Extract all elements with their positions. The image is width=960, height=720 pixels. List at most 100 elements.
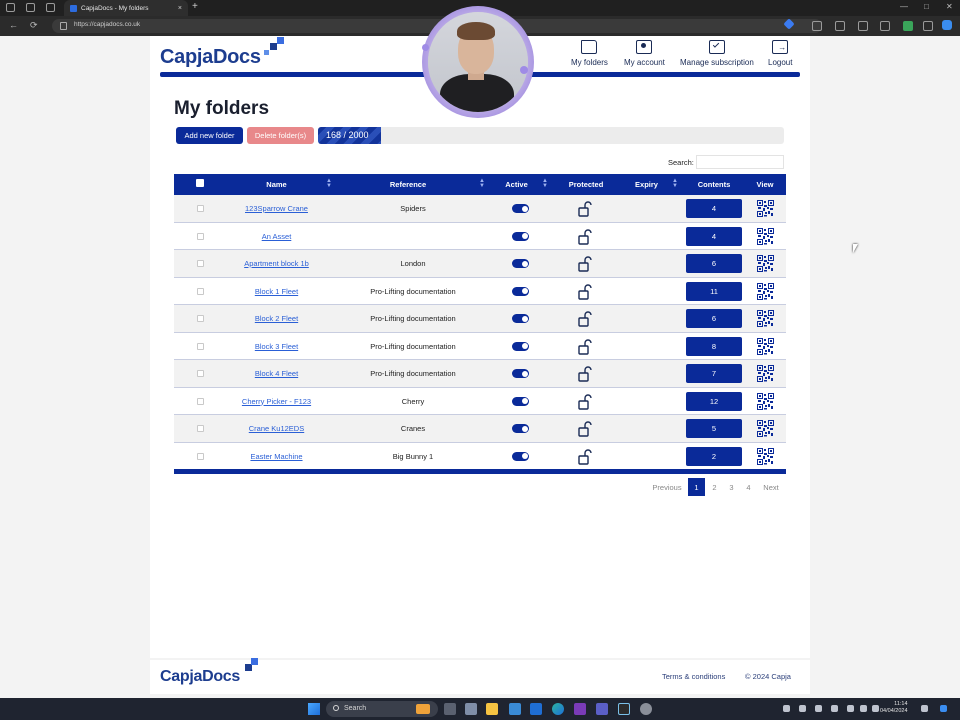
column-header-name[interactable]: Name — [214, 174, 339, 195]
more-options-icon[interactable] — [923, 21, 933, 31]
battery-icon[interactable] — [872, 705, 879, 712]
pagination-page-1[interactable]: 1 — [688, 478, 705, 496]
windows-start-icon[interactable] — [308, 703, 320, 715]
pagination-previous[interactable]: Previous — [648, 478, 686, 496]
extension-green-icon[interactable] — [903, 21, 913, 31]
teams-icon[interactable] — [596, 703, 608, 715]
extension-icon[interactable] — [812, 21, 822, 31]
url-text[interactable]: https://capjadocs.co.uk — [74, 21, 140, 28]
contents-count-button[interactable]: 4 — [686, 199, 742, 218]
contents-count-button[interactable]: 7 — [686, 364, 742, 383]
qr-code-icon[interactable] — [757, 337, 774, 355]
row-checkbox[interactable] — [197, 260, 204, 267]
app-icon[interactable] — [509, 703, 521, 715]
browser-tab[interactable]: CapjaDocs - My folders × — [64, 0, 188, 16]
unlocked-padlock-icon[interactable] — [578, 256, 592, 272]
sort-expiry-icon[interactable]: ▲ ▼ — [672, 178, 678, 189]
qr-code-icon[interactable] — [757, 310, 774, 327]
close-window-button[interactable]: ✕ — [946, 2, 953, 11]
outlook-icon[interactable] — [530, 703, 542, 715]
column-header-expiry[interactable]: Expiry — [624, 174, 669, 195]
split-screen-icon[interactable] — [835, 21, 845, 31]
folder-name-link[interactable]: Cherry Picker - F123 — [214, 397, 339, 406]
unlocked-padlock-icon[interactable] — [578, 201, 592, 217]
sort-active-icon[interactable]: ▲ ▼ — [542, 178, 548, 189]
tab-close-icon[interactable]: × — [178, 5, 182, 12]
pagination-page-4[interactable]: 4 — [740, 478, 757, 496]
qr-code-icon[interactable] — [757, 200, 774, 217]
active-toggle[interactable] — [512, 424, 529, 433]
column-header-protected[interactable]: Protected — [554, 174, 618, 195]
qr-code-icon[interactable] — [757, 227, 774, 245]
contents-count-button[interactable]: 6 — [686, 309, 742, 328]
row-checkbox[interactable] — [197, 287, 204, 295]
contents-count-button[interactable]: 8 — [686, 336, 742, 356]
folder-name-link[interactable]: Block 4 Fleet — [214, 369, 339, 378]
row-checkbox[interactable] — [197, 342, 204, 350]
row-checkbox[interactable] — [197, 315, 204, 322]
column-header-reference[interactable]: Reference — [344, 174, 472, 195]
unlocked-padlock-icon[interactable] — [578, 228, 592, 245]
folder-name-link[interactable]: Block 2 Fleet — [214, 314, 339, 323]
unlocked-padlock-icon[interactable] — [578, 421, 592, 437]
active-toggle[interactable] — [512, 314, 529, 323]
task-view-icon[interactable] — [444, 703, 456, 715]
workspaces-icon[interactable] — [26, 3, 35, 12]
taskbar-search[interactable]: Search — [326, 701, 438, 717]
delete-folders-button[interactable]: Delete folder(s) — [247, 127, 314, 144]
contents-count-button[interactable]: 5 — [686, 419, 742, 438]
file-explorer-icon[interactable] — [486, 703, 498, 715]
tray-app-icon[interactable] — [815, 705, 822, 712]
active-toggle[interactable] — [512, 451, 529, 461]
unlocked-padlock-icon[interactable] — [578, 283, 592, 300]
mail-icon[interactable] — [465, 703, 477, 715]
row-checkbox[interactable] — [197, 425, 204, 432]
active-toggle[interactable] — [512, 259, 529, 268]
active-toggle[interactable] — [512, 369, 529, 378]
capjadocs-logo[interactable]: CapjaDocs — [160, 37, 284, 69]
notifications-icon[interactable] — [921, 705, 928, 712]
row-checkbox[interactable] — [197, 232, 204, 240]
pagination-page-2[interactable]: 2 — [706, 478, 723, 496]
maximize-button[interactable]: □ — [924, 2, 929, 11]
sort-name-icon[interactable]: ▲ ▼ — [326, 178, 332, 189]
minimize-button[interactable]: — — [900, 2, 908, 11]
unlocked-padlock-icon[interactable] — [578, 366, 592, 382]
row-checkbox[interactable] — [197, 397, 204, 405]
folder-name-link[interactable]: Block 1 Fleet — [214, 287, 339, 296]
tray-app-2-icon[interactable] — [831, 705, 838, 712]
pagination-page-3[interactable]: 3 — [723, 478, 740, 496]
column-header-active[interactable]: Active — [494, 174, 539, 195]
lock-icon[interactable] — [60, 22, 67, 30]
back-icon[interactable]: ← — [9, 20, 18, 30]
copilot-icon[interactable] — [942, 20, 952, 30]
pagination-next[interactable]: Next — [758, 478, 784, 496]
folder-name-link[interactable]: Easter Machine — [214, 452, 339, 461]
qr-code-icon[interactable] — [757, 282, 774, 300]
qr-code-icon[interactable] — [757, 392, 774, 410]
sort-reference-icon[interactable]: ▲ ▼ — [479, 178, 485, 189]
folder-name-link[interactable]: 123Sparrow Crane — [214, 204, 339, 213]
contents-count-button[interactable]: 6 — [686, 254, 742, 273]
new-tab-button[interactable]: + — [192, 1, 198, 12]
refresh-icon[interactable]: ⟳ — [30, 20, 38, 31]
unlocked-padlock-icon[interactable] — [578, 448, 592, 465]
contents-count-button[interactable]: 12 — [686, 391, 742, 411]
taskbar-clock[interactable]: 11:14 04/04/2024 — [880, 701, 908, 715]
qr-code-icon[interactable] — [757, 420, 774, 437]
nav-my-folders[interactable]: My folders — [571, 40, 608, 67]
folder-name-link[interactable]: Crane Ku12EDS — [214, 424, 339, 433]
qr-code-icon[interactable] — [757, 255, 774, 272]
footer-logo[interactable]: CapjaDocs — [160, 658, 263, 686]
folder-name-link[interactable]: Block 3 Fleet — [214, 342, 339, 351]
copilot-taskbar-icon[interactable] — [940, 705, 947, 712]
onedrive-icon[interactable] — [799, 705, 806, 712]
onenote-icon[interactable] — [574, 703, 586, 715]
volume-icon[interactable] — [860, 705, 867, 712]
add-folder-button[interactable]: Add new folder — [176, 127, 243, 144]
unlocked-padlock-icon[interactable] — [578, 393, 592, 410]
terms-link[interactable]: Terms & conditions — [662, 672, 725, 681]
nav-my-account[interactable]: My account — [624, 40, 665, 67]
active-toggle[interactable] — [512, 286, 529, 296]
browser-profile-icon[interactable] — [6, 3, 15, 12]
